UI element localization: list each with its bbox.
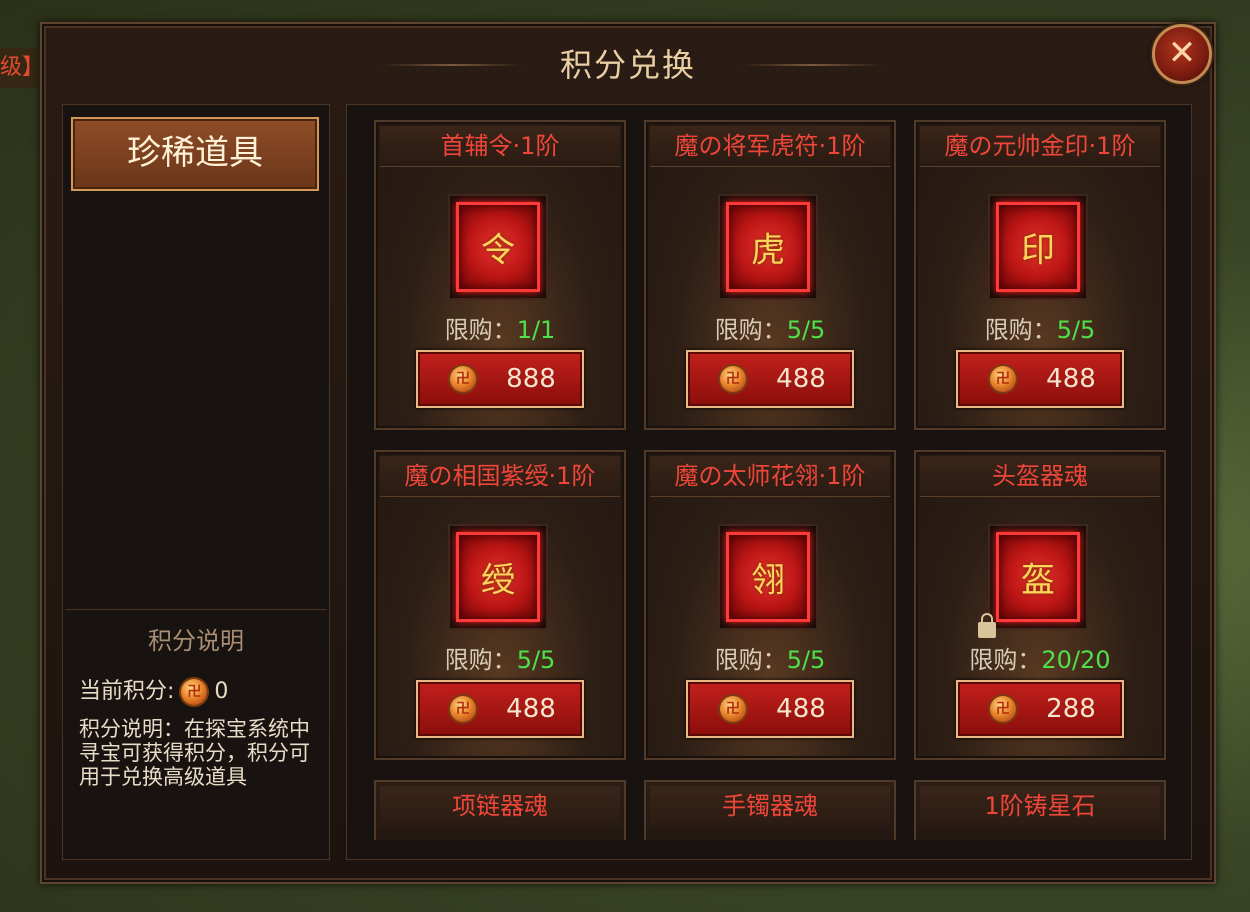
price-value: 488	[1046, 364, 1096, 394]
close-button[interactable]: ✕	[1152, 24, 1212, 84]
limit-label: 限购：	[969, 646, 1042, 674]
limit-value: 20/20	[1041, 646, 1111, 674]
item-name: 魔の太师花翎·1阶	[650, 456, 890, 497]
item-card: 首辅令·1阶 令 限购：1/1 卍 888	[374, 120, 626, 430]
purchase-limit: 限购：5/5	[376, 640, 624, 675]
limit-label: 限购：	[714, 316, 787, 344]
current-points-row: 当前积分: 卍 0	[79, 677, 228, 707]
points-coin-icon: 卍	[720, 366, 746, 392]
price-value: 488	[506, 694, 556, 724]
item-card-partial: 项链器魂	[374, 780, 626, 840]
helmet-icon: 盔	[1021, 560, 1055, 601]
buy-button[interactable]: 卍 288	[956, 680, 1124, 738]
item-name: 魔の将军虎符·1阶	[650, 126, 890, 167]
sidebar-divider	[65, 609, 327, 610]
tiger-tally-icon: 虎	[751, 230, 785, 271]
item-name: 手镯器魂	[650, 786, 890, 826]
item-name: 首辅令·1阶	[380, 126, 620, 167]
item-icon-bg: 绶	[456, 532, 540, 622]
item-icon-bg: 令	[456, 202, 540, 292]
buy-button[interactable]: 卍 488	[416, 680, 584, 738]
current-points-value: 0	[214, 679, 229, 704]
item-icon-bg: 翎	[726, 532, 810, 622]
item-slot[interactable]: 绶	[448, 524, 548, 630]
limit-label: 限购：	[984, 316, 1057, 344]
limit-value: 5/5	[786, 646, 826, 674]
item-icon-bg: 虎	[726, 202, 810, 292]
points-coin-icon: 卍	[181, 679, 208, 705]
purchase-limit: 限购：1/1	[376, 310, 624, 345]
token-icon: 令	[481, 230, 515, 271]
item-slot[interactable]: 令	[448, 194, 548, 300]
limit-label: 限购：	[444, 316, 517, 344]
price-value: 288	[1046, 694, 1096, 724]
item-name: 头盔器魂	[920, 456, 1160, 497]
item-card: 魔の相国紫绶·1阶 绶 限购：5/5 卍 488	[374, 450, 626, 760]
sidebar: 珍稀道具 积分说明 当前积分: 卍 0 积分说明：在探宝系统中寻宝可获得积分，积…	[62, 104, 330, 860]
item-name: 魔の相国紫绶·1阶	[380, 456, 620, 497]
item-slot[interactable]: 印	[988, 194, 1088, 300]
points-coin-icon: 卍	[720, 696, 746, 722]
buy-button[interactable]: 卍 888	[416, 350, 584, 408]
limit-value: 1/1	[516, 316, 556, 344]
price-value: 888	[506, 364, 556, 394]
item-icon-bg: 印	[996, 202, 1080, 292]
current-points-label: 当前积分:	[79, 679, 175, 704]
points-coin-icon: 卍	[990, 366, 1016, 392]
item-card: 魔の元帅金印·1阶 印 限购：5/5 卍 488	[914, 120, 1166, 430]
points-coin-icon: 卍	[450, 696, 476, 722]
background-tag: 级】	[0, 48, 44, 88]
purchase-limit: 限购：5/5	[646, 640, 894, 675]
item-card: 头盔器魂 盔 限购：20/20 卍 288	[914, 450, 1166, 760]
limit-value: 5/5	[516, 646, 556, 674]
item-name: 魔の元帅金印·1阶	[920, 126, 1160, 167]
purchase-limit: 限购：20/20	[916, 640, 1164, 675]
price-value: 488	[776, 364, 826, 394]
golden-seal-icon: 印	[1021, 230, 1055, 271]
lock-icon	[978, 613, 996, 638]
limit-label: 限购：	[714, 646, 787, 674]
item-card-partial: 1阶铸星石	[914, 780, 1166, 840]
item-name: 1阶铸星石	[920, 786, 1160, 826]
limit-value: 5/5	[1056, 316, 1096, 344]
feather-icon: 翎	[751, 560, 785, 601]
points-description: 积分说明：在探宝系统中寻宝可获得积分，积分可用于兑换高级道具	[79, 717, 310, 789]
purchase-limit: 限购：5/5	[916, 310, 1164, 345]
item-card-partial: 手镯器魂	[644, 780, 896, 840]
item-card: 魔の将军虎符·1阶 虎 限购：5/5 卍 488	[644, 120, 896, 430]
category-rare-items-tab[interactable]: 珍稀道具	[71, 117, 319, 191]
info-title: 积分说明	[148, 627, 244, 655]
limit-value: 5/5	[786, 316, 826, 344]
window-title: 积分兑换	[559, 46, 696, 84]
close-icon: ✕	[1167, 33, 1197, 73]
item-card: 魔の太师花翎·1阶 翎 限购：5/5 卍 488	[644, 450, 896, 760]
item-name: 项链器魂	[380, 786, 620, 826]
purchase-limit: 限购：5/5	[646, 310, 894, 345]
item-slot[interactable]: 盔	[978, 524, 1088, 638]
price-value: 488	[776, 694, 826, 724]
limit-label: 限购：	[444, 646, 517, 674]
buy-button[interactable]: 卍 488	[686, 350, 854, 408]
item-slot[interactable]: 虎	[718, 194, 818, 300]
buy-button[interactable]: 卍 488	[956, 350, 1124, 408]
item-icon-bg: 盔	[996, 532, 1080, 622]
points-coin-icon: 卍	[450, 366, 476, 392]
item-slot[interactable]: 翎	[718, 524, 818, 630]
points-coin-icon: 卍	[990, 696, 1016, 722]
purple-ribbon-icon: 绶	[481, 560, 515, 601]
buy-button[interactable]: 卍 488	[686, 680, 854, 738]
